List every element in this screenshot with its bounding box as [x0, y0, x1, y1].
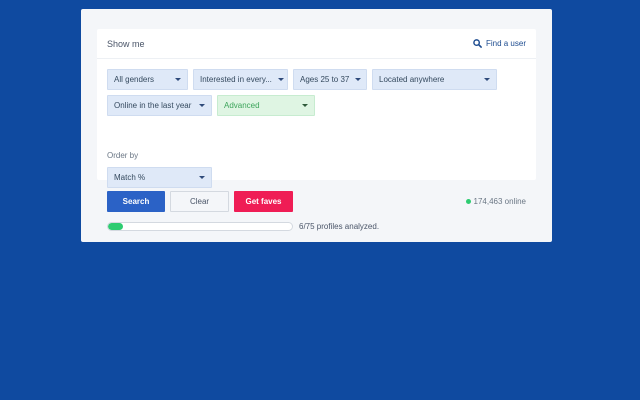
order-by-label: Order by — [107, 151, 139, 160]
progress-fill — [108, 223, 123, 230]
interested-select[interactable]: Interested in every... — [193, 69, 288, 90]
progress-text: 6/75 profiles analyzed. — [299, 222, 380, 231]
page-title: Show me — [107, 38, 145, 49]
action-buttons: Search Clear Get faves — [107, 191, 298, 212]
gender-select[interactable]: All genders — [107, 69, 188, 90]
advanced-select-value: Advanced — [224, 101, 260, 110]
filter-row-2: Online in the last year Advanced — [107, 95, 527, 116]
filter-row-1: All genders Interested in every... Ages … — [107, 69, 527, 90]
chevron-down-icon — [302, 104, 308, 107]
order-by-value: Match % — [114, 173, 146, 182]
chevron-down-icon — [175, 78, 181, 81]
filters: All genders Interested in every... Ages … — [107, 69, 527, 121]
progress-bar — [107, 222, 293, 231]
location-select[interactable]: Located anywhere — [372, 69, 497, 90]
order-by-select[interactable]: Match % — [107, 167, 212, 188]
card-header: Show me Find a user — [97, 29, 536, 59]
find-user-link[interactable]: Find a user — [473, 39, 526, 48]
ages-select[interactable]: Ages 25 to 37 — [293, 69, 367, 90]
gender-select-value: All genders — [114, 75, 155, 84]
order-by-wrapper: Match % — [107, 167, 217, 188]
search-panel: Show me Find a user All genders Interest… — [81, 9, 552, 242]
chevron-down-icon — [199, 104, 205, 107]
location-select-value: Located anywhere — [379, 75, 445, 84]
online-select-value: Online in the last year — [114, 101, 192, 110]
find-user-label: Find a user — [485, 39, 526, 48]
chevron-down-icon — [484, 78, 490, 81]
get-faves-button[interactable]: Get faves — [234, 191, 293, 212]
progress-section: 6/75 profiles analyzed. — [107, 222, 379, 231]
online-dot-icon — [465, 199, 471, 204]
search-button[interactable]: Search — [107, 191, 165, 212]
chevron-down-icon — [199, 176, 205, 179]
online-status: 174,463 online — [465, 197, 527, 206]
chevron-down-icon — [355, 78, 362, 81]
interested-select-value: Interested in every... — [200, 75, 272, 84]
advanced-select[interactable]: Advanced — [217, 95, 315, 116]
online-count: 174,463 online — [473, 197, 527, 206]
clear-button[interactable]: Clear — [170, 191, 229, 212]
chevron-down-icon — [277, 78, 284, 81]
filter-card: Show me Find a user All genders Interest… — [97, 29, 536, 188]
search-icon — [473, 39, 482, 48]
online-select[interactable]: Online in the last year — [107, 95, 212, 116]
ages-select-value: Ages 25 to 37 — [300, 75, 350, 84]
